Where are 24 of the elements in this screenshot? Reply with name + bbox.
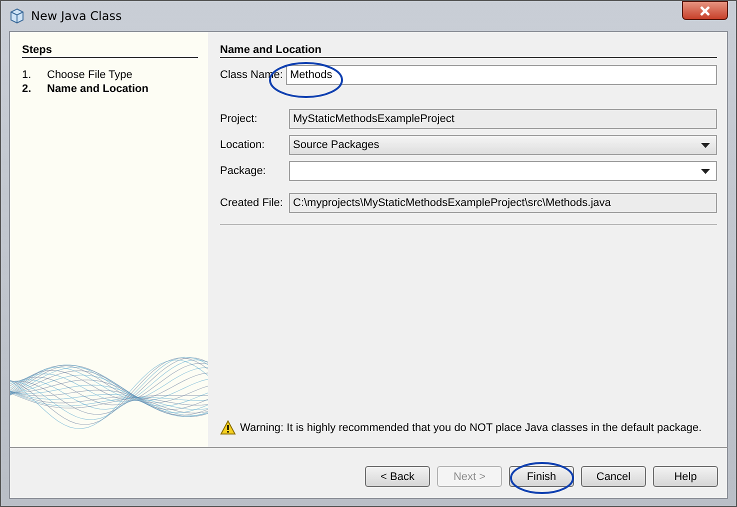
warning-icon <box>220 420 236 435</box>
dialog-button[interactable]: Finish <box>509 466 574 487</box>
step-item: 2. Name and Location <box>22 82 150 96</box>
field-label: Package: <box>220 165 267 177</box>
cube-icon <box>9 8 25 24</box>
text-field[interactable]: Source Packages <box>289 135 717 155</box>
warning-text: Warning: It is highly recommended that you do NOT place Java classes in the default package. <box>240 422 702 434</box>
window-title: New Java Class <box>31 9 122 23</box>
close-button[interactable] <box>682 1 728 20</box>
dialog-button[interactable]: Cancel <box>581 466 646 487</box>
section-heading: Name and Location <box>220 44 717 58</box>
text-field[interactable]: Methods <box>286 65 717 85</box>
steps-heading: Steps <box>22 44 198 58</box>
step-item: 1. Choose File Type <box>22 68 134 82</box>
field-label: Location: <box>220 139 266 151</box>
dropdown-arrow-icon[interactable] <box>701 142 710 148</box>
text-field[interactable] <box>289 161 717 181</box>
field-label: Project: <box>220 113 258 125</box>
dropdown-arrow-icon[interactable] <box>701 168 710 174</box>
close-icon <box>698 6 712 16</box>
dialog-button[interactable]: < Back <box>365 466 430 487</box>
dialog-button[interactable]: Help <box>653 466 718 487</box>
annotation-ellipse <box>509 461 575 495</box>
field-label: Created File: <box>220 197 284 209</box>
